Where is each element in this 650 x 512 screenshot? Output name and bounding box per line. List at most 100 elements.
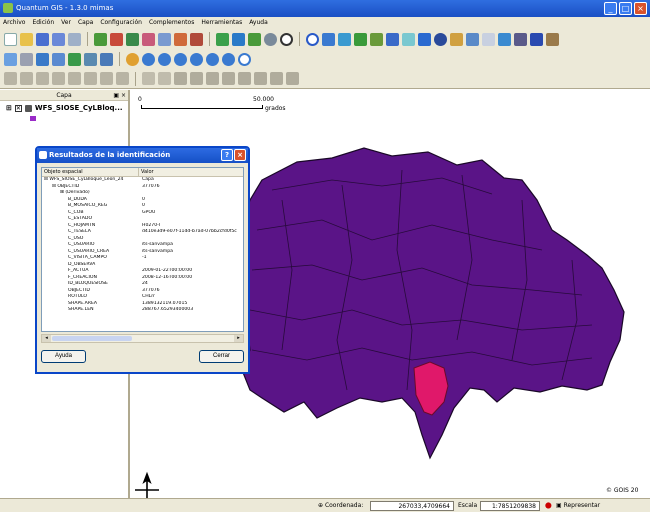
layer-item[interactable]: ⊞ ✕ WFS_SIOSE_CyLBloq... [0, 101, 128, 115]
menu-configuracion[interactable]: Configuración [100, 17, 142, 29]
scroll-thumb[interactable] [52, 336, 132, 341]
new-layer-icon[interactable] [174, 32, 187, 46]
zoom-next-icon[interactable] [222, 52, 235, 66]
node-tool-icon[interactable] [286, 72, 299, 85]
scale-label: Escala [458, 502, 478, 509]
select-icon[interactable] [100, 52, 113, 66]
zoom-layer-icon[interactable] [174, 52, 187, 66]
refresh-icon[interactable] [238, 52, 251, 66]
plugin-sql-icon[interactable] [530, 32, 543, 46]
pan-map-icon[interactable] [4, 52, 17, 66]
plugin-extra-icon[interactable] [546, 32, 559, 46]
move-feature-icon[interactable] [68, 72, 81, 85]
attribute-table-icon[interactable] [84, 52, 97, 66]
column-feature[interactable]: Objeto espacial [42, 168, 139, 176]
plugin-osm-icon[interactable] [482, 32, 495, 46]
menu-capa[interactable]: Capa [78, 17, 93, 29]
plugin-copyright-icon[interactable] [386, 32, 399, 46]
add-wms-icon[interactable] [142, 32, 155, 46]
delete-selected-icon[interactable] [100, 72, 113, 85]
python-icon[interactable] [264, 32, 277, 46]
maximize-button[interactable]: □ [619, 2, 632, 15]
plugin-shape-icon[interactable] [498, 32, 511, 46]
print-icon[interactable] [68, 32, 81, 46]
toolbar-digitizing [0, 69, 650, 89]
render-label: Representar [563, 502, 601, 509]
plugin-table-icon[interactable] [322, 32, 335, 46]
plugin-grass-icon[interactable] [514, 32, 527, 46]
scroll-right-icon[interactable]: ▸ [234, 335, 243, 342]
column-value[interactable]: Valor [139, 168, 154, 176]
show-all-icon[interactable] [232, 32, 245, 46]
zoom-selection-icon[interactable] [190, 52, 203, 66]
identify-results-tree[interactable]: Objeto espacial Valor ⊟ WFS_SIOSE_CyLBlo… [41, 167, 244, 332]
hide-all-icon[interactable] [248, 32, 261, 46]
delete-part-icon[interactable] [238, 72, 251, 85]
add-raster-icon[interactable] [110, 32, 123, 46]
horizontal-scrollbar[interactable]: ◂ ▸ [41, 334, 244, 343]
layer-collapse-icon[interactable]: ⊞ [6, 101, 12, 115]
merge-icon[interactable] [270, 72, 283, 85]
menu-herramientas[interactable]: Herramientas [201, 17, 242, 29]
add-ring-icon[interactable] [190, 72, 203, 85]
zoom-last-icon[interactable] [206, 52, 219, 66]
gps-icon[interactable] [280, 32, 293, 46]
simplify-icon[interactable] [174, 72, 187, 85]
plugin-query-icon[interactable] [338, 32, 351, 46]
overview-icon[interactable] [216, 32, 229, 46]
plugin-globe-icon[interactable] [306, 32, 319, 46]
remove-layer-icon[interactable] [190, 32, 203, 46]
table-row[interactable]: SHAPE.LEN 288767.65293400003 [42, 307, 243, 314]
menu-ayuda[interactable]: Ayuda [249, 17, 268, 29]
plugin-wps-icon[interactable] [434, 32, 447, 46]
menu-archivo[interactable]: Archivo [3, 17, 25, 29]
scale-input[interactable]: 1:7851209838 [480, 501, 540, 511]
add-wfs-icon[interactable] [158, 32, 171, 46]
plugin-georef-icon[interactable] [370, 32, 383, 46]
capture-polygon-icon[interactable] [52, 72, 65, 85]
undo-icon[interactable] [142, 72, 155, 85]
capture-line-icon[interactable] [36, 72, 49, 85]
toggle-edit-icon[interactable] [4, 72, 17, 85]
menu-edicion[interactable]: Edición [32, 17, 54, 29]
dialog-help-icon[interactable]: ? [221, 149, 233, 161]
open-project-icon[interactable] [20, 32, 33, 46]
bookmark-icon[interactable] [68, 52, 81, 66]
save-project-icon[interactable] [36, 32, 49, 46]
close-button[interactable]: Cerrar [199, 350, 244, 363]
legend-dock-buttons[interactable]: ▣ × [113, 90, 126, 101]
map-tips-icon[interactable] [52, 52, 65, 66]
add-postgis-icon[interactable] [126, 32, 139, 46]
close-window-button[interactable]: × [634, 2, 647, 15]
zoom-in-icon[interactable] [126, 52, 139, 66]
zoom-out-icon[interactable] [142, 52, 155, 66]
plugin-north-icon[interactable] [402, 32, 415, 46]
scroll-left-icon[interactable]: ◂ [42, 335, 51, 342]
dialog-title-bar[interactable]: Resultados de la identificación ? × [37, 148, 248, 163]
plugin-grid-icon[interactable] [354, 32, 367, 46]
add-vertex-icon[interactable] [116, 72, 129, 85]
redo-icon[interactable] [158, 72, 171, 85]
capture-point-icon[interactable] [20, 72, 33, 85]
split-feature-icon[interactable] [84, 72, 97, 85]
add-island-icon[interactable] [206, 72, 219, 85]
layer-visibility-checkbox[interactable]: ✕ [14, 104, 22, 112]
save-as-icon[interactable] [52, 32, 65, 46]
new-project-icon[interactable] [4, 32, 17, 46]
reshape-icon[interactable] [254, 72, 267, 85]
menu-ver[interactable]: Ver [61, 17, 71, 29]
help-button[interactable]: Ayuda [41, 350, 86, 363]
render-checkbox[interactable]: ▣ Representar [556, 501, 600, 511]
stop-render-icon[interactable]: ⬤ [545, 501, 552, 511]
identify-icon[interactable] [20, 52, 33, 66]
menu-complementos[interactable]: Complementos [149, 17, 194, 29]
plugin-fmap-icon[interactable] [466, 32, 479, 46]
plugin-delimited-icon[interactable] [450, 32, 463, 46]
add-vector-icon[interactable] [94, 32, 107, 46]
delete-ring-icon[interactable] [222, 72, 235, 85]
plugin-scalebar-icon[interactable] [418, 32, 431, 46]
zoom-full-icon[interactable] [158, 52, 171, 66]
dialog-close-icon[interactable]: × [234, 149, 246, 161]
minimize-button[interactable]: _ [604, 2, 617, 15]
measure-icon[interactable] [36, 52, 49, 66]
